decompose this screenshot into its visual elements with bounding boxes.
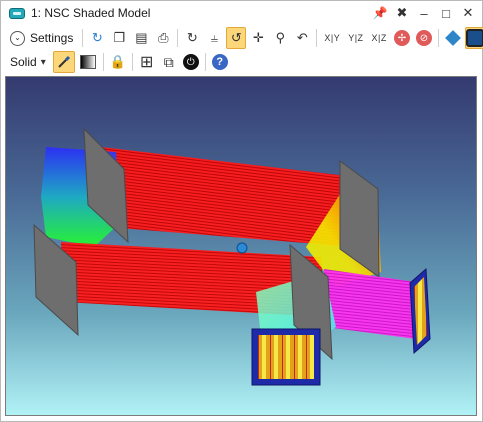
undo-view-icon[interactable]: ↶: [292, 27, 312, 49]
dropdown-arrow-icon: ▾: [40, 56, 46, 68]
no-glyph-icon: ⊘: [415, 30, 432, 46]
lock-icon[interactable]: 🔒: [108, 51, 128, 73]
help-icon: ?: [211, 54, 228, 70]
grid-icon[interactable]: ⊞: [137, 51, 157, 73]
reset-view-icon[interactable]: ↺: [226, 27, 247, 49]
toolbar-separator: [316, 29, 318, 47]
background-glyph-icon: [465, 29, 483, 47]
fan-icon[interactable]: ✢: [392, 27, 412, 49]
magenta-ray-bundle: [324, 269, 416, 339]
fan-glyph-icon: ✢: [393, 30, 410, 46]
3d-viewport[interactable]: [5, 76, 477, 416]
main-toolbar: ⌄ Settings ↻ ❐ ▤ ⎙ ↻ ⫨ ↺ ✛ ⚲ ↶ X|Y Y|Z X…: [5, 26, 483, 50]
toolbar-separator: [82, 29, 84, 47]
nsc-shaded-model-window: 1: NSC Shaded Model 📌 ✖ – □ ✕ ⌄ Settings…: [0, 0, 483, 422]
print-icon[interactable]: ⎙: [153, 27, 173, 49]
axes-icon[interactable]: ⫨: [204, 27, 224, 49]
zoom-icon[interactable]: ⚲: [270, 27, 290, 49]
toolbar-separator: [204, 53, 206, 71]
pin-icon[interactable]: 📌: [370, 3, 390, 23]
title-bar: 1: NSC Shaded Model 📌 ✖ – □ ✕: [1, 1, 482, 25]
toolbar-separator: [177, 29, 179, 47]
display-mode-value: Solid: [10, 55, 37, 69]
app-icon: [9, 7, 25, 19]
bottom-detector-surface: [258, 335, 314, 379]
refresh-icon[interactable]: ↻: [87, 27, 107, 49]
new-window-icon[interactable]: ⧉: [159, 51, 179, 73]
background-icon[interactable]: [464, 27, 483, 49]
save-icon[interactable]: ▤: [131, 27, 151, 49]
cube-glyph-icon: [444, 30, 461, 46]
window-title: 1: NSC Shaded Model: [31, 6, 151, 20]
gradient-glyph-icon: [79, 55, 96, 69]
chevron-down-icon: ⌄: [10, 30, 25, 46]
settings-label: Settings: [30, 31, 74, 45]
toolbar-separator: [437, 29, 439, 47]
source-marker: [236, 242, 248, 254]
gradient-icon[interactable]: [77, 51, 99, 73]
toolbar-separator: [102, 53, 104, 71]
window-controls: 📌 ✖ – □ ✕: [370, 3, 478, 23]
pan-icon[interactable]: ✛: [248, 27, 268, 49]
brush-icon[interactable]: [52, 51, 75, 73]
settings-button[interactable]: ⌄ Settings: [5, 27, 78, 49]
help-button[interactable]: ?: [210, 51, 230, 73]
close-x-icon[interactable]: ✖: [392, 3, 412, 23]
copy-icon[interactable]: ❐: [109, 27, 129, 49]
no-icon[interactable]: ⊘: [414, 27, 434, 49]
view-yz-button[interactable]: Y|Z: [345, 27, 366, 49]
toolbar-separator: [131, 53, 133, 71]
view-xy-button[interactable]: X|Y: [321, 27, 343, 49]
shaded-model-canvas: [33, 127, 431, 386]
power-glyph-icon: ⏻: [182, 54, 199, 70]
secondary-toolbar: Solid ▾ 🔒 ⊞ ⧉ ⏻ ?: [5, 50, 232, 74]
rotate-tool-icon[interactable]: ↻: [182, 27, 202, 49]
maximize-button[interactable]: □: [436, 3, 456, 23]
power-icon[interactable]: ⏻: [181, 51, 201, 73]
minimize-button[interactable]: –: [414, 3, 434, 23]
close-button[interactable]: ✕: [458, 3, 478, 23]
view-xz-button[interactable]: X|Z: [369, 27, 390, 49]
brush-glyph-icon: [58, 55, 70, 68]
cube-icon[interactable]: [443, 27, 463, 49]
display-mode-dropdown[interactable]: Solid ▾: [5, 51, 51, 73]
